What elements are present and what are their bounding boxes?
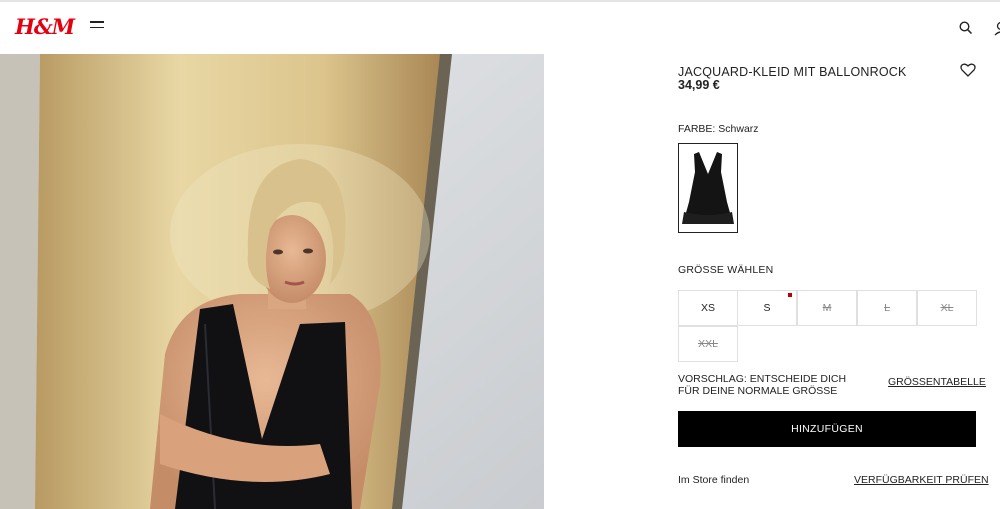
- size-button-l[interactable]: L: [857, 290, 917, 326]
- size-selector-label: GRÖSSE WÄHLEN: [678, 264, 774, 276]
- color-label: FARBE: Schwarz: [678, 123, 759, 135]
- product-image[interactable]: [0, 54, 544, 509]
- color-swatch-schwarz[interactable]: [678, 143, 738, 233]
- search-icon[interactable]: [958, 20, 974, 36]
- size-button-xs[interactable]: XS: [678, 290, 738, 326]
- user-icon[interactable]: [993, 20, 1000, 36]
- size-button-xl[interactable]: XL: [917, 290, 977, 326]
- size-button-m[interactable]: M: [797, 290, 857, 326]
- hamburger-icon[interactable]: [90, 21, 104, 31]
- low-stock-indicator: [788, 293, 792, 297]
- check-availability-link[interactable]: VERFÜGBARKEIT PRÜFEN: [854, 474, 989, 486]
- size-button-s[interactable]: S: [737, 290, 797, 326]
- size-suggestion: VORSCHLAG: ENTSCHEIDE DICH FÜR DEINE NOR…: [678, 373, 847, 397]
- site-header: H&M: [0, 2, 1000, 54]
- size-button-xxl[interactable]: XXL: [678, 326, 738, 362]
- product-title: JACQUARD-KLEID MIT BALLONROCK: [678, 65, 907, 79]
- hm-logo[interactable]: H&M: [15, 14, 75, 39]
- product-price: 34,99 €: [678, 78, 720, 92]
- add-to-cart-button[interactable]: HINZUFÜGEN: [678, 411, 976, 447]
- find-in-store-label: Im Store finden: [678, 474, 750, 486]
- heart-icon[interactable]: [960, 63, 976, 77]
- size-chart-link[interactable]: GRÖSSENTABELLE: [888, 376, 986, 388]
